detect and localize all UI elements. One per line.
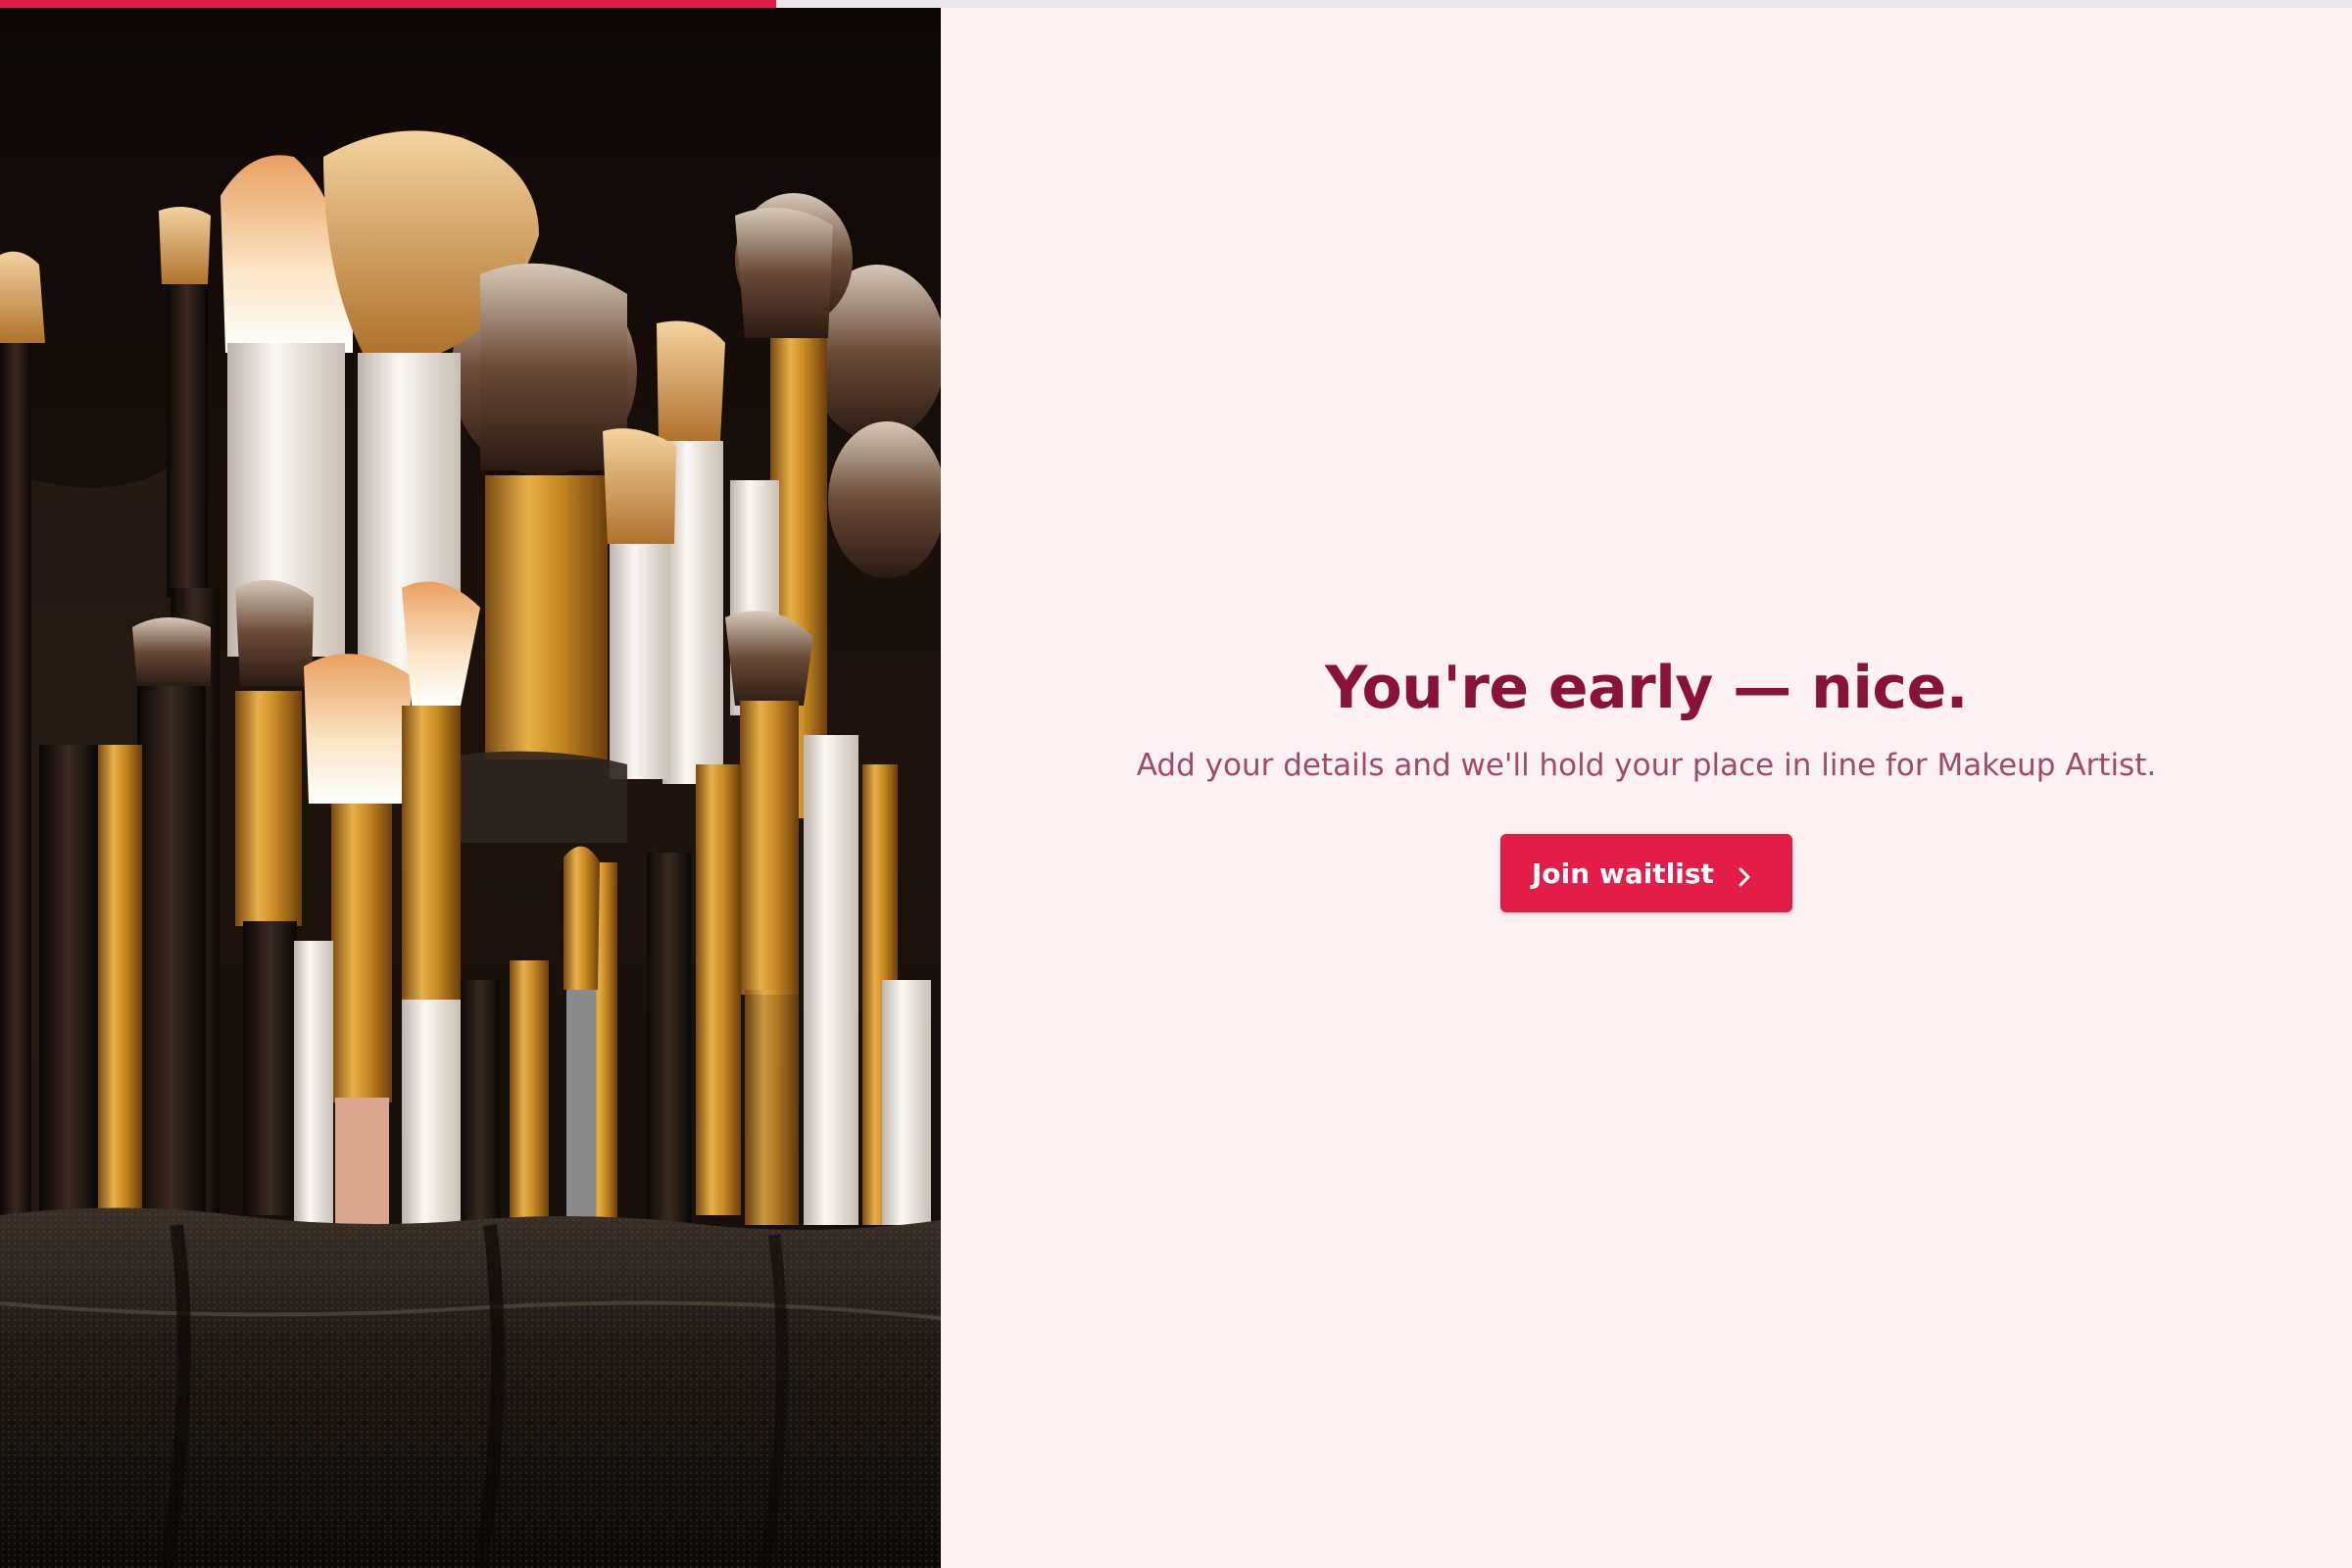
hero-image	[0, 0, 941, 1568]
progress-bar-fill	[0, 0, 776, 8]
waitlist-panel: You're early — nice. Add your details an…	[941, 0, 2352, 1568]
join-waitlist-button[interactable]: Join waitlist	[1500, 834, 1792, 913]
progress-bar	[0, 0, 2352, 8]
waitlist-content: You're early — nice. Add your details an…	[1136, 653, 2157, 913]
join-waitlist-label: Join waitlist	[1532, 857, 1714, 890]
page-subtitle: Add your details and we'll hold your pla…	[1136, 747, 2157, 783]
page-layout: You're early — nice. Add your details an…	[0, 0, 2352, 1568]
page-title: You're early — nice.	[1325, 653, 1968, 722]
chevron-right-icon	[1734, 862, 1755, 887]
makeup-brushes-illustration	[0, 0, 941, 1568]
